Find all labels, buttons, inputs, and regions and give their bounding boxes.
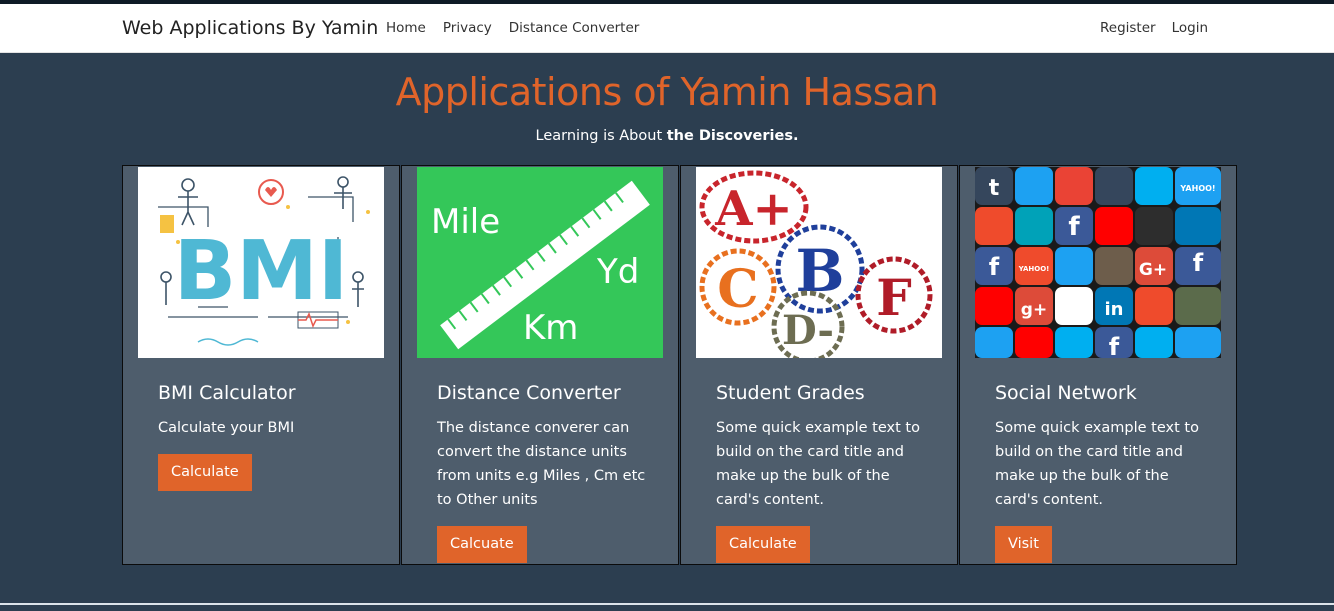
bmi-image-text: BMI <box>174 224 349 319</box>
card-title: Social Network <box>995 382 1137 404</box>
grade-f: F <box>876 268 912 327</box>
footer-divider <box>0 603 1334 605</box>
distance-illustration: Mile Yd Km <box>417 167 663 358</box>
login-link[interactable]: Login <box>1172 20 1208 36</box>
page-subtitle: Learning is About the Discoveries. <box>0 128 1334 144</box>
card-student-grades: A+ C B F D- Student Grades Some quick ex… <box>680 165 958 565</box>
subtitle-prefix: Learning is About <box>535 128 667 144</box>
svg-text:f: f <box>1068 212 1080 242</box>
km-label: Km <box>523 308 578 348</box>
nav-home-link[interactable]: Home <box>386 20 426 36</box>
grade-d-minus: D- <box>782 307 834 354</box>
subtitle-bold: the Discoveries. <box>666 128 799 144</box>
svg-text:t: t <box>989 176 1000 201</box>
grade-c: C <box>717 259 758 320</box>
grade-a-plus: A+ <box>714 181 792 237</box>
card-distance-converter: Mile Yd Km Distance Converter The distan… <box>401 165 679 565</box>
svg-text:f: f <box>989 253 1000 281</box>
page-title: Applications of Yamin Hassan <box>395 70 939 114</box>
app-cards: BMI BMI Calculator Calculate your BMI Ca… <box>122 165 1237 565</box>
nav-privacy-link[interactable]: Privacy <box>443 20 492 36</box>
card-bmi-calculator: BMI BMI Calculator Calculate your BMI Ca… <box>122 165 400 565</box>
gplus-small-label: g+ <box>1021 300 1047 320</box>
card-text: The distance converer can convert the di… <box>437 420 646 508</box>
card-title: Distance Converter <box>437 382 621 404</box>
card-text: Some quick example text to build on the … <box>716 420 920 508</box>
gplus-label: G+ <box>1139 260 1167 280</box>
svg-text:in: in <box>1105 299 1124 320</box>
grades-illustration: A+ C B F D- <box>696 167 942 358</box>
card-title: BMI Calculator <box>158 382 296 404</box>
brand-link[interactable]: Web Applications By Yamin <box>122 17 378 39</box>
social-visit-button[interactable]: Visit <box>995 526 1052 563</box>
yd-label: Yd <box>596 252 639 292</box>
card-text: Calculate your BMI <box>158 420 295 436</box>
distance-calculate-button[interactable]: Calcuate <box>437 526 527 563</box>
auth-links: Register Login <box>1100 20 1208 36</box>
yahoo-label: YAHOO! <box>1179 184 1215 193</box>
svg-text:f: f <box>1109 333 1120 358</box>
navbar: Web Applications By Yamin Home Privacy D… <box>0 4 1334 53</box>
register-link[interactable]: Register <box>1100 20 1156 36</box>
mile-label: Mile <box>431 202 500 242</box>
card-text: Some quick example text to build on the … <box>995 420 1199 508</box>
social-icons-collage: t f f in f f G+ g+ YAHOO! YAHOO! <box>975 167 1221 358</box>
yahoo-label-2: YAHOO! <box>1018 265 1050 273</box>
grades-calculate-button[interactable]: Calculate <box>716 526 810 563</box>
nav-distance-converter-link[interactable]: Distance Converter <box>509 20 640 36</box>
card-social-network: t f f in f f G+ g+ YAHOO! YAHOO! Social … <box>959 165 1237 565</box>
bmi-illustration: BMI <box>138 167 384 358</box>
nav-links: Home Privacy Distance Converter <box>386 20 639 36</box>
card-title: Student Grades <box>716 382 865 404</box>
bmi-calculate-button[interactable]: Calculate <box>158 454 252 491</box>
svg-text:f: f <box>1193 249 1204 277</box>
